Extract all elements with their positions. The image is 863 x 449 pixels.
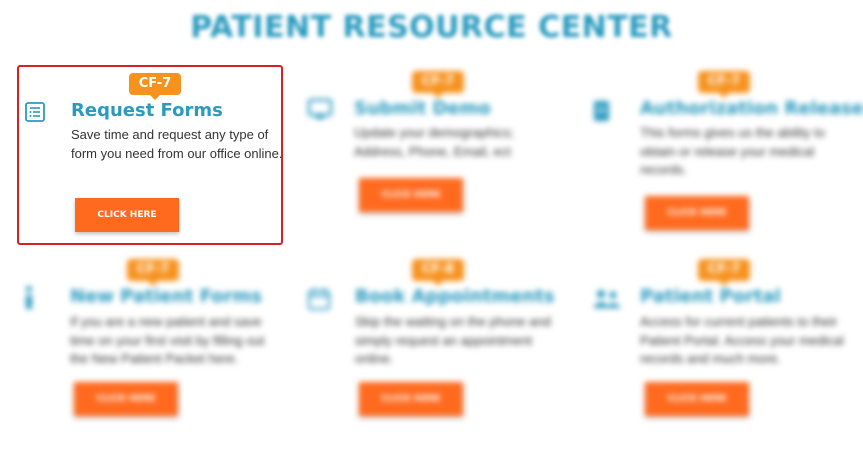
form-list-icon <box>24 101 46 128</box>
card-title: Patient Portal <box>640 286 781 307</box>
card-description: Access for current patients to their Pat… <box>640 314 844 366</box>
card-badge: CF-8 <box>412 259 464 286</box>
card-book-appointments: CF-8 Book Appointments Skip the waiting … <box>302 252 568 432</box>
click-here-button[interactable]: CLICK HERE <box>359 382 463 416</box>
card-description: If you are a new patient and save time o… <box>70 314 265 366</box>
click-here-button[interactable]: CLICK HERE <box>75 198 179 232</box>
card-description: Skip the waiting on the phone and simply… <box>355 314 551 366</box>
card-submit-demo: CF-7 Submit Demo Update your demographic… <box>302 65 568 245</box>
click-here-button[interactable]: CLICK HERE <box>359 178 463 212</box>
click-here-button[interactable]: CLICK HERE <box>645 382 749 416</box>
card-authorization-release: CF-7 Authorization Release This forms gi… <box>588 65 863 245</box>
card-description: Update your demographics; Address, Phone… <box>354 125 514 159</box>
card-title: New Patient Forms <box>70 286 262 307</box>
users-icon <box>592 288 622 315</box>
card-title: Request Forms <box>71 100 223 121</box>
card-request-forms: CF-7 Request Forms Save time and request… <box>17 65 283 245</box>
calendar-icon <box>307 287 331 316</box>
card-description: This forms gives us the ability to obtai… <box>640 125 825 177</box>
card-title: Submit Demo <box>354 98 491 119</box>
card-badge: CF-7 <box>698 71 750 98</box>
document-icon <box>592 99 612 128</box>
card-patient-portal: CF-7 Patient Portal Access for current p… <box>588 252 854 432</box>
card-title: Authorization Release <box>640 98 863 119</box>
card-title: Book Appointments <box>355 286 555 307</box>
card-badge: CF-7 <box>127 259 179 286</box>
card-badge: CF-7 <box>698 259 750 286</box>
card-new-patient-forms: CF-7 New Patient Forms If you are a new … <box>17 252 283 432</box>
card-badge: CF-7 <box>412 71 464 98</box>
click-here-button[interactable]: CLICK HERE <box>74 382 178 416</box>
info-icon <box>22 285 36 316</box>
click-here-button[interactable]: CLICK HERE <box>645 196 749 230</box>
monitor-icon <box>307 98 333 127</box>
card-badge: CF-7 <box>129 73 181 100</box>
card-description: Save time and request any type of form y… <box>71 127 283 161</box>
page-title: PATIENT RESOURCE CENTER <box>190 10 673 45</box>
